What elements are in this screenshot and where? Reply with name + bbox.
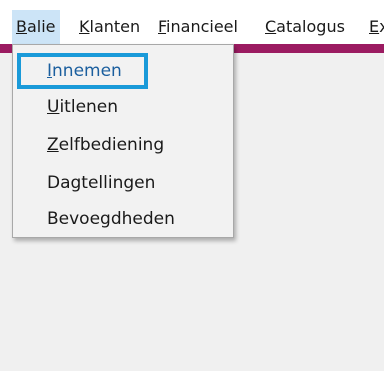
menu-item-bevoegdheden[interactable]: Bevoegdheden	[17, 201, 229, 237]
menu-item-bevoegdheden-label: Bevoegdheden	[47, 209, 175, 229]
menu-balie-label: alie	[26, 17, 56, 36]
menu-item-uitlenen-mnemonic: U	[47, 97, 60, 117]
menu-item-zelfbediening-label: elfbediening	[58, 135, 165, 155]
menu-item-dagtellingen-label: Dagtellingen	[47, 173, 156, 193]
menu-financieel-mnemonic: F	[158, 17, 167, 36]
menu-catalogus-mnemonic: C	[265, 17, 277, 36]
menu-klanten-label: lanten	[89, 17, 141, 36]
menu-bar: Balie Klanten Financieel Catalogus Ex	[0, 10, 384, 44]
menu-item-innemen[interactable]: Innemen	[17, 53, 148, 89]
menu-item-uitlenen[interactable]: Uitlenen	[17, 89, 229, 125]
menu-item-zelfbediening-mnemonic: Z	[47, 135, 59, 155]
menu-item-zelfbediening[interactable]: Zelfbediening	[17, 127, 229, 163]
menu-klanten-mnemonic: K	[79, 17, 90, 36]
menu-catalogus[interactable]: Catalogus	[261, 10, 349, 44]
menu-extra-mnemonic: E	[369, 17, 380, 36]
menu-balie-mnemonic: B	[16, 17, 27, 36]
menu-extra-label: x	[379, 17, 384, 36]
menu-balie[interactable]: Balie	[12, 10, 60, 44]
menu-item-dagtellingen[interactable]: Dagtellingen	[17, 165, 229, 201]
balie-dropdown-menu: Innemen Uitlenen Zelfbediening Dagtellin…	[12, 44, 234, 238]
menu-financieel[interactable]: Financieel	[154, 10, 242, 44]
menu-catalogus-label: atalogus	[276, 17, 345, 36]
menu-financieel-label: inancieel	[166, 17, 238, 36]
menu-item-uitlenen-label: itlenen	[59, 97, 119, 117]
menu-item-innemen-label: nnemen	[52, 61, 122, 81]
menu-extra[interactable]: Ex	[365, 10, 384, 44]
title-bar-edge	[0, 0, 384, 10]
menu-klanten[interactable]: Klanten	[75, 10, 144, 44]
